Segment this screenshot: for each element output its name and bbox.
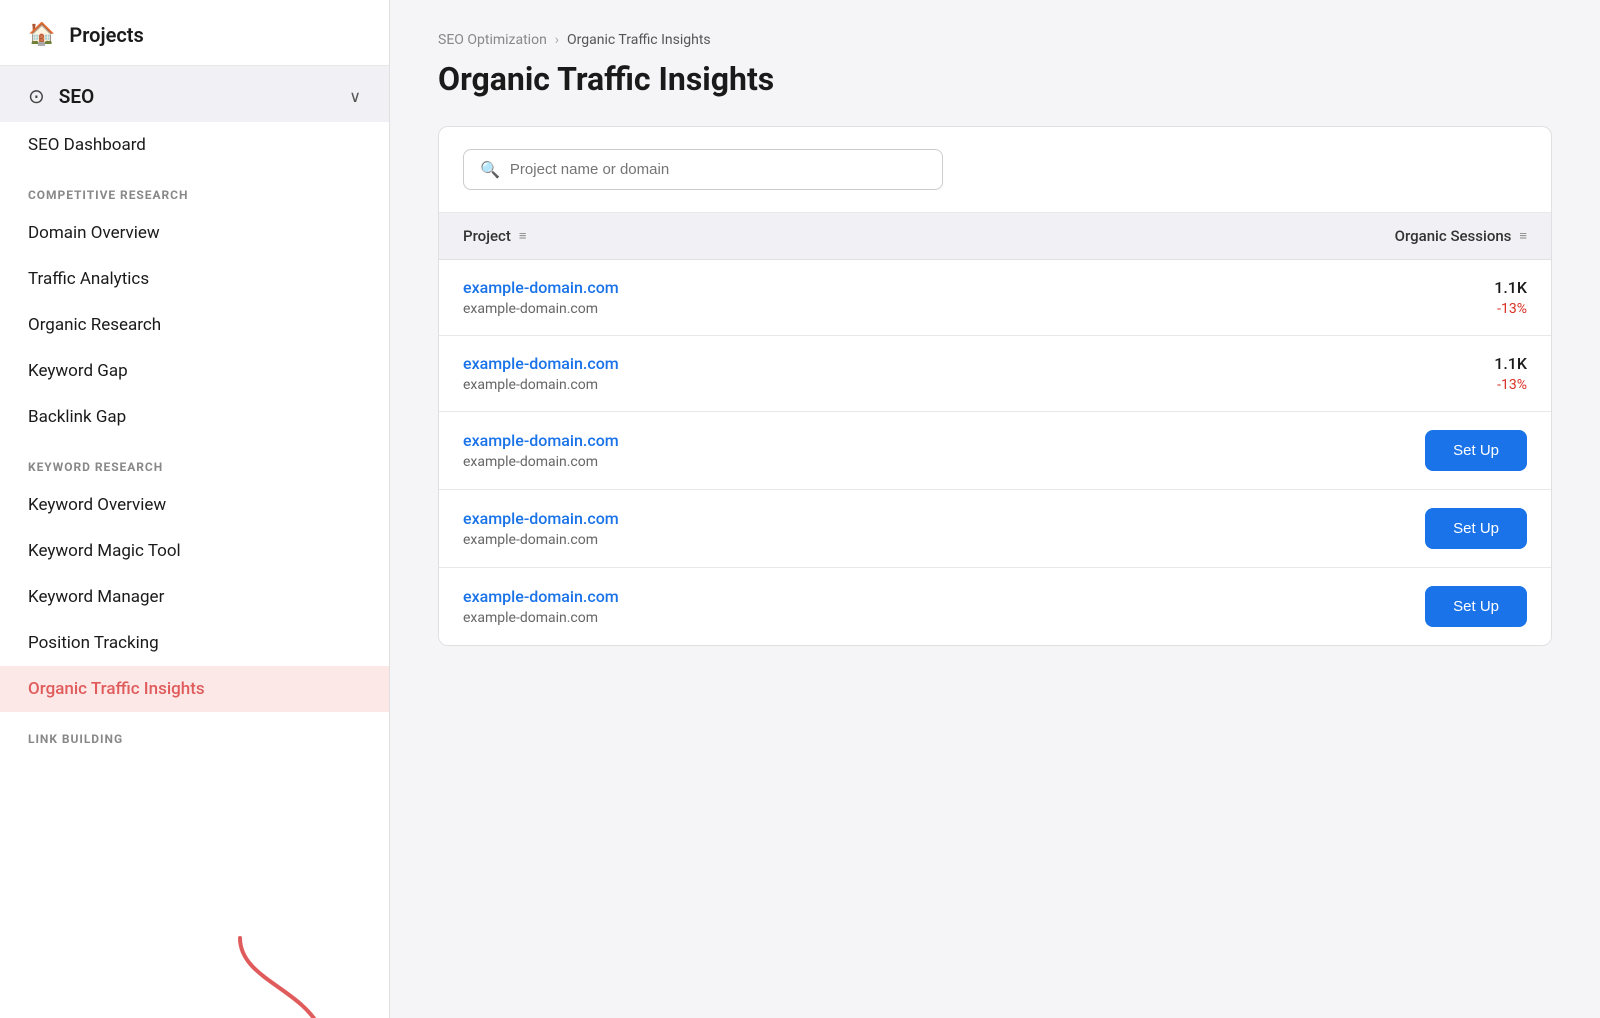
row-domain-link[interactable]: example-domain.com	[463, 278, 1347, 297]
sidebar-item-organic-research[interactable]: Organic Research	[0, 302, 389, 348]
seo-icon: ⊙	[28, 84, 45, 108]
search-icon: 🔍	[480, 160, 500, 179]
chevron-down-icon: ∨	[349, 87, 361, 106]
sidebar-item-traffic-analytics[interactable]: Traffic Analytics	[0, 256, 389, 302]
table-row: example-domain.com example-domain.comSet …	[439, 490, 1551, 568]
row-domain-link[interactable]: example-domain.com	[463, 587, 1425, 606]
row-domain-sub: example-domain.com	[463, 301, 1347, 317]
sidebar-item-keyword-magic-tool[interactable]: Keyword Magic Tool	[0, 528, 389, 574]
breadcrumb: SEO Optimization › Organic Traffic Insig…	[438, 32, 1552, 48]
row-domain-link[interactable]: example-domain.com	[463, 354, 1347, 373]
table-row: example-domain.com example-domain.comSet …	[439, 568, 1551, 645]
main-content: SEO Optimization › Organic Traffic Insig…	[390, 0, 1600, 1018]
table-rows-container: example-domain.comexample-domain.com1.1K…	[439, 260, 1551, 645]
page-title: Organic Traffic Insights	[438, 60, 1552, 98]
table-row: example-domain.comexample-domain.com1.1K…	[439, 260, 1551, 336]
sidebar-item-seo-dashboard[interactable]: SEO Dashboard	[0, 122, 389, 168]
row-project-info: example-domain.com example-domain.com	[463, 587, 1425, 626]
col-project-header: Project ≡	[463, 227, 1347, 245]
sidebar-item-keyword-overview[interactable]: Keyword Overview	[0, 482, 389, 528]
search-input-container[interactable]: 🔍	[463, 149, 943, 190]
setup-button[interactable]: Set Up	[1425, 430, 1527, 471]
sidebar-item-keyword-gap[interactable]: Keyword Gap	[0, 348, 389, 394]
row-domain-sub: example-domain.com	[463, 610, 1425, 626]
table-row: example-domain.com example-domain.comSet …	[439, 412, 1551, 490]
sidebar-item-domain-overview[interactable]: Domain Overview	[0, 210, 389, 256]
row-project-info: example-domain.com example-domain.com	[463, 354, 1347, 393]
sidebar-section-label: KEYWORD RESEARCH	[0, 440, 389, 482]
table-header: Project ≡ Organic Sessions ≡	[439, 213, 1551, 260]
sidebar-section-label: LINK BUILDING	[0, 712, 389, 754]
breadcrumb-current: Organic Traffic Insights	[567, 32, 711, 48]
home-icon: 🏠	[28, 22, 55, 47]
row-project-info: example-domain.com example-domain.com	[463, 278, 1347, 317]
filter-icon-project[interactable]: ≡	[519, 228, 527, 244]
row-domain-sub: example-domain.com	[463, 532, 1425, 548]
table-row: example-domain.comexample-domain.com1.1K…	[439, 336, 1551, 412]
setup-button[interactable]: Set Up	[1425, 508, 1527, 549]
search-bar-wrapper: 🔍	[439, 127, 1551, 213]
projects-nav-item[interactable]: 🏠 Projects	[0, 0, 389, 66]
row-domain-link[interactable]: example-domain.com	[463, 509, 1425, 528]
sessions-value: 1.1K	[1494, 354, 1527, 373]
setup-button[interactable]: Set Up	[1425, 586, 1527, 627]
row-domain-sub: example-domain.com	[463, 377, 1347, 393]
content-card: 🔍 Project ≡ Organic Sessions ≡ example-d…	[438, 126, 1552, 646]
sessions-change: -13%	[1497, 301, 1527, 317]
search-input[interactable]	[510, 161, 926, 178]
row-project-info: example-domain.com example-domain.com	[463, 509, 1425, 548]
projects-label: Projects	[69, 23, 143, 47]
sidebar-section-label: COMPETITIVE RESEARCH	[0, 168, 389, 210]
sidebar-item-backlink-gap[interactable]: Backlink Gap	[0, 394, 389, 440]
sidebar-item-keyword-manager[interactable]: Keyword Manager	[0, 574, 389, 620]
col-sessions-header: Organic Sessions ≡	[1347, 227, 1527, 245]
breadcrumb-separator: ›	[555, 32, 559, 48]
sessions-change: -13%	[1497, 377, 1527, 393]
row-sessions-data: 1.1K -13%	[1347, 354, 1527, 393]
seo-label: SEO	[59, 85, 336, 108]
filter-icon-sessions[interactable]: ≡	[1519, 228, 1527, 244]
row-sessions-data: 1.1K -13%	[1347, 278, 1527, 317]
row-domain-link[interactable]: example-domain.com	[463, 431, 1425, 450]
sidebar-item-organic-traffic-insights[interactable]: Organic Traffic Insights	[0, 666, 389, 712]
row-project-info: example-domain.com example-domain.com	[463, 431, 1425, 470]
row-domain-sub: example-domain.com	[463, 454, 1425, 470]
sidebar-item-position-tracking[interactable]: Position Tracking	[0, 620, 389, 666]
seo-nav-item[interactable]: ⊙ SEO ∨	[0, 66, 389, 122]
seo-dashboard-label: SEO Dashboard	[28, 135, 146, 155]
breadcrumb-parent[interactable]: SEO Optimization	[438, 32, 547, 48]
sessions-value: 1.1K	[1494, 278, 1527, 297]
arrow-annotation	[160, 928, 360, 1018]
